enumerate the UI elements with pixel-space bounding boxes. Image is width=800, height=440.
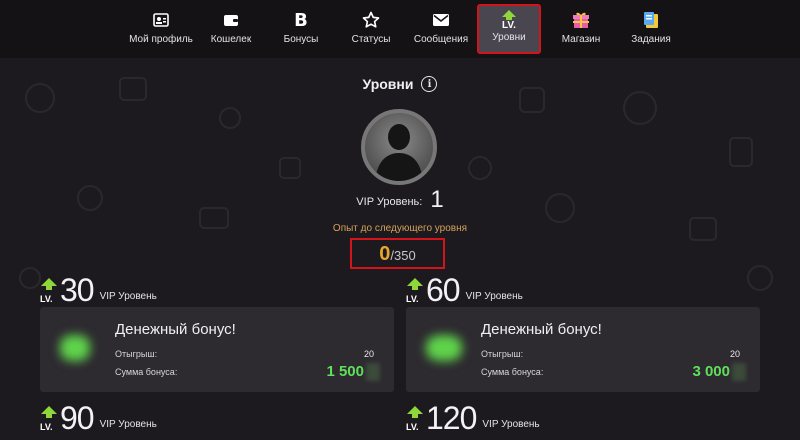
gift-icon [571,10,591,30]
user-silhouette-icon [375,124,423,181]
sum-value: 1 500 [326,363,364,380]
nav-label: Статусы [351,34,391,45]
bonus-card: Денежный бонус! Отыгрыш: 20 Сумма бонуса… [406,307,760,392]
wager-value: 20 [363,349,374,359]
page-title: Уровни [362,76,414,92]
level-badge-text: LV. [502,19,516,31]
level-up-icon: LV. [40,406,58,432]
nav-statuses[interactable]: Статусы [348,6,394,52]
star-icon [361,10,381,30]
nav-label: Задания [631,34,671,45]
bonus-title: Денежный бонус! [481,321,602,338]
wager-value: 20 [729,349,740,359]
nav-wallet[interactable]: Кошелек [208,6,254,52]
nav-label: Кошелек [210,34,252,45]
level-up-icon: LV. [406,406,424,432]
exp-current: 0 [379,243,391,265]
nav-bonuses[interactable]: B Бонусы [278,6,324,52]
bonus-image [60,335,90,361]
level-number: 90 [60,400,95,436]
bonus-b-icon: B [294,9,308,31]
level-caption: VIP Уровень [99,419,157,430]
wager-label: Отыгрыш: [115,349,158,359]
level-header: LV. 90 VIP Уровень [40,400,157,436]
wager-label: Отыгрыш: [481,349,524,359]
level-caption: VIP Уровень [99,291,157,302]
exp-caption: Опыт до следующего уровня [332,223,468,234]
level-header: LV. 30 VIP Уровень [40,272,157,308]
nav-label: Магазин [561,34,601,45]
page-header: Уровни i [0,76,800,92]
vip-level-label: VIP Уровень: [356,196,423,208]
avatar [361,109,437,185]
level-header: LV. 120 VIP Уровень [406,400,540,436]
sum-label: Сумма бонуса: [115,367,178,377]
exp-total: 350 [394,248,416,263]
level-header: LV. 60 VIP Уровень [406,272,523,308]
bonus-image [426,335,462,361]
nav-label: Уровни [492,32,526,43]
level-badge-text: LV. [40,294,53,304]
level-badge-text: LV. [40,422,53,432]
level-caption: VIP Уровень [465,291,523,302]
nav-label: Бонусы [283,34,319,45]
level-number: 30 [60,272,95,308]
currency-blur [366,363,380,381]
level-badge-text: LV. [406,422,419,432]
currency-blur [732,363,746,381]
vip-level: VIP Уровень: 1 [0,188,800,212]
level-up-icon: LV. [40,278,58,304]
profile-card-icon [151,10,171,30]
level-number: 60 [426,272,461,308]
bonus-card: Денежный бонус! Отыгрыш: 20 Сумма бонуса… [40,307,394,392]
nav-label: Сообщения [413,34,469,45]
level-caption: VIP Уровень [482,419,540,430]
level-up-icon: LV. [499,8,519,32]
exp-progress: 0 / 350 [350,238,445,269]
nav-label: Мой профиль [129,34,193,45]
sum-label: Сумма бонуса: [481,367,544,377]
level-number: 120 [426,400,477,436]
bonus-title: Денежный бонус! [115,321,236,338]
top-navigation: Мой профиль Кошелек B Бонусы Статусы Соо… [0,0,800,58]
nav-my-profile[interactable]: Мой профиль [128,6,194,52]
clipboard-icon [641,10,661,30]
nav-messages[interactable]: Сообщения [412,6,470,52]
vip-level-value: 1 [430,186,444,213]
wallet-icon [221,10,241,30]
level-badge-text: LV. [406,294,419,304]
nav-tasks[interactable]: Задания [628,6,674,52]
info-icon[interactable]: i [421,76,438,92]
level-up-icon: LV. [406,278,424,304]
sum-value: 3 000 [692,363,730,380]
envelope-icon [431,10,451,30]
nav-levels[interactable]: LV. Уровни [477,4,541,54]
nav-shop[interactable]: Магазин [558,6,604,52]
